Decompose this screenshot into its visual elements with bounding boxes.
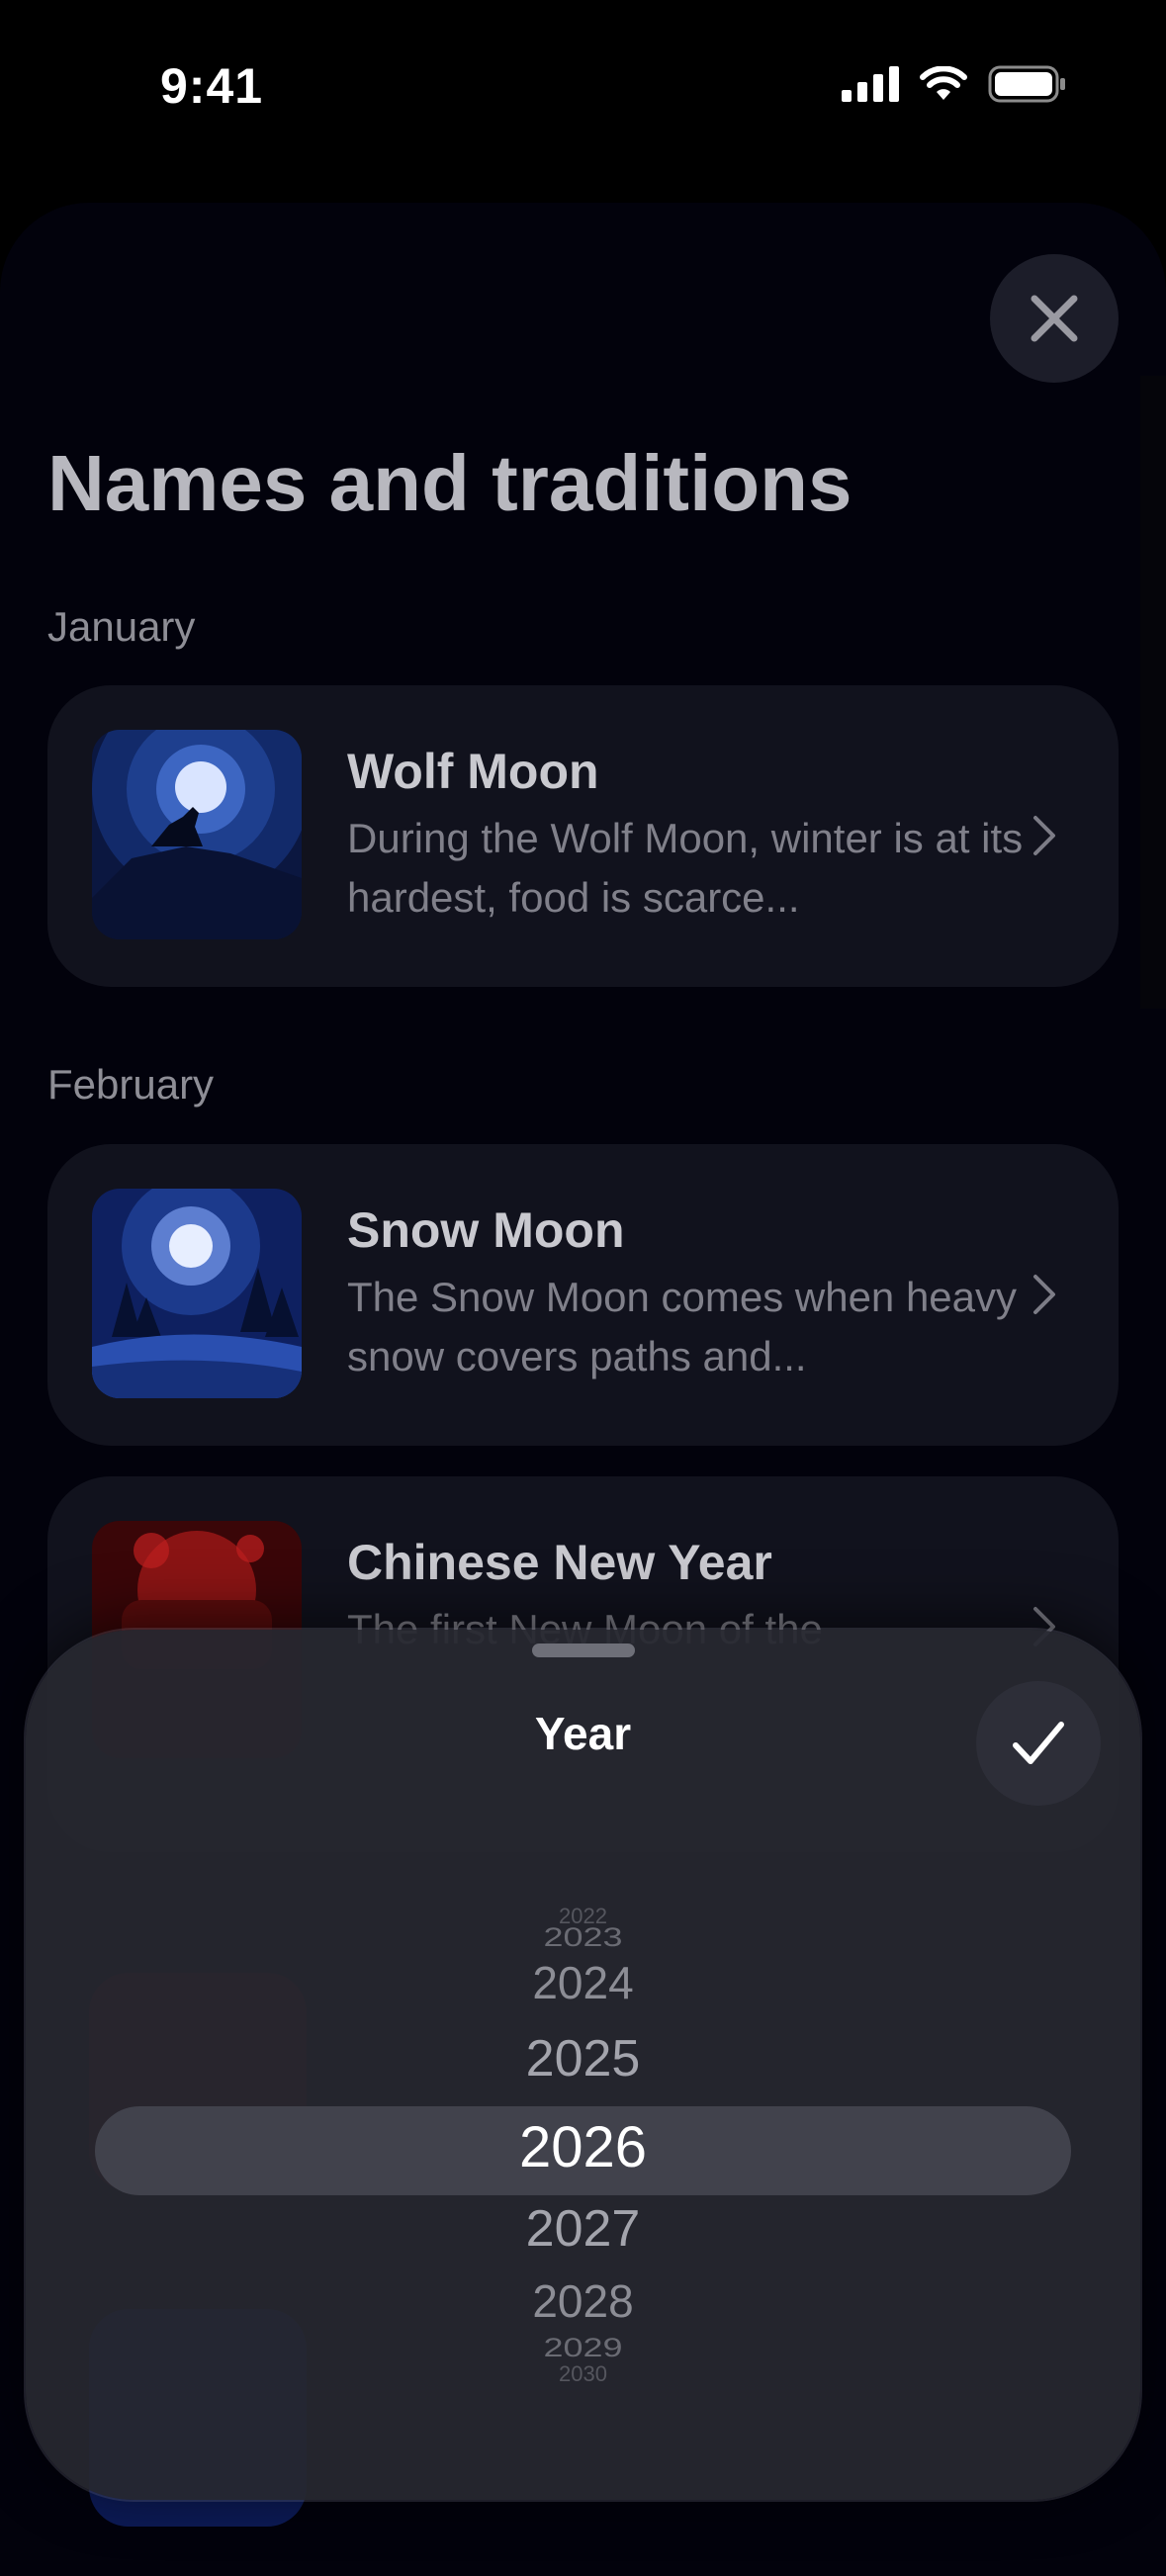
snow-moon-thumbnail bbox=[92, 1189, 302, 1398]
card-wolf-moon[interactable]: Wolf Moon During the Wolf Moon, winter i… bbox=[47, 685, 1119, 987]
status-icons bbox=[842, 65, 1067, 103]
card-description: The Snow Moon comes when heavy snow cove… bbox=[347, 1274, 1018, 1379]
battery-icon bbox=[988, 65, 1065, 103]
chevron-right-icon bbox=[1033, 1275, 1055, 1314]
card-title: Chinese New Year bbox=[347, 1535, 772, 1590]
card-snow-moon[interactable]: Snow Moon The Snow Moon comes when heavy… bbox=[47, 1144, 1119, 1446]
checkmark-icon bbox=[1013, 1722, 1064, 1764]
close-icon bbox=[1031, 295, 1078, 342]
card-description: During the Wolf Moon, winter is at its h… bbox=[347, 815, 1024, 921]
card-title: Snow Moon bbox=[347, 1202, 625, 1258]
year-option[interactable]: 2027 bbox=[26, 2199, 1140, 2259]
year-picker-sheet: Year 2022 2023 2024 2025 2026 2027 2028 … bbox=[26, 1630, 1140, 2500]
done-button[interactable] bbox=[976, 1681, 1101, 1806]
scroll-indicator bbox=[1140, 376, 1166, 1009]
status-bar: 9:41 bbox=[0, 0, 1166, 168]
close-button[interactable] bbox=[990, 254, 1119, 383]
status-time: 9:41 bbox=[160, 58, 264, 114]
year-option[interactable]: 2024 bbox=[26, 1956, 1140, 2009]
year-option[interactable]: 2029 bbox=[26, 2332, 1140, 2363]
wolf-moon-thumbnail bbox=[92, 730, 302, 939]
section-label-february: February bbox=[47, 1061, 215, 1108]
year-option[interactable]: 2030 bbox=[26, 2361, 1140, 2387]
page-title: Names and traditions bbox=[47, 439, 852, 527]
sheet-grabber[interactable] bbox=[532, 1643, 635, 1657]
section-label-january: January bbox=[47, 603, 196, 650]
chevron-right-icon bbox=[1033, 816, 1055, 855]
wifi-icon bbox=[920, 66, 967, 100]
year-option[interactable]: 2023 bbox=[26, 1921, 1140, 1953]
card-title: Wolf Moon bbox=[347, 744, 599, 799]
year-option[interactable]: 2025 bbox=[26, 2029, 1140, 2088]
signal-icon bbox=[842, 66, 899, 102]
picker-title: Year bbox=[534, 1708, 632, 1759]
year-option-selected[interactable]: 2026 bbox=[26, 2114, 1140, 2180]
year-option[interactable]: 2028 bbox=[26, 2274, 1140, 2328]
